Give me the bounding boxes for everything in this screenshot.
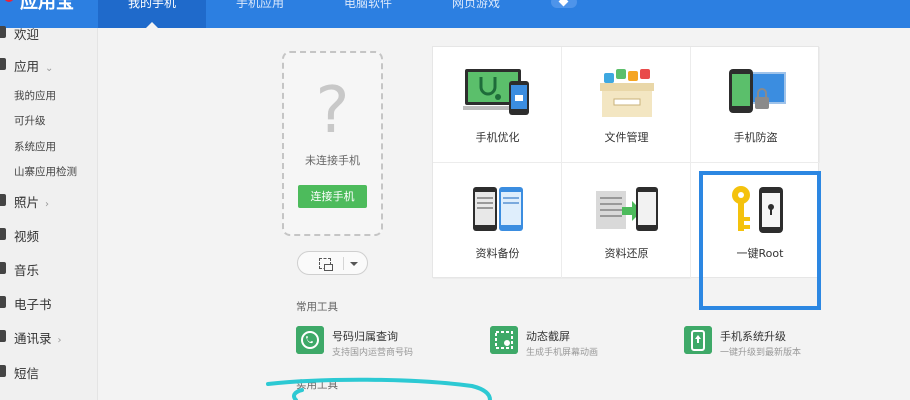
divider [343,257,344,270]
common-tools-title: 常用工具 [296,301,338,313]
file-manager-icon [600,69,654,117]
sidebar: 欢迎 应用 ⌄ 我的应用 可升级 系统应用 山寨应用检测 照片 › 视频 音乐 电子… [0,26,98,400]
main-nav: 我的手机 手机应用 电脑软件 网页游戏 [98,0,530,28]
caret-down-icon[interactable] [350,262,358,266]
chevron-right-icon: › [57,335,62,346]
tool-desc: 支持国内运营商号码 [332,348,414,358]
sidebar-item-label: 可升级 [14,115,46,127]
tool-one-key-root[interactable]: 一键Root [699,171,821,310]
sidebar-item-label: 视频 [14,229,40,244]
top-bar: 应用宝 我的手机 手机应用 电脑软件 网页游戏 [0,0,910,28]
active-tab-caret-icon [146,22,158,28]
tool-dynamic-screenshot[interactable]: 动态截屏 生成手机屏幕动画 [490,326,650,358]
phone-lookup-icon [296,326,324,354]
sidebar-item-label: 应用 [14,59,40,74]
tab-label: 网页游戏 [451,0,500,10]
tab-label: 电脑软件 [343,0,392,10]
tab-label: 手机应用 [235,0,284,10]
sidebar-item-contacts[interactable]: 通讯录 › [0,328,98,347]
annotation-stroke [266,377,492,400]
sidebar-item-label: 照片 [14,195,40,210]
sidebar-item-label: 我的应用 [14,90,56,102]
sidebar-item-label: 电子书 [14,297,52,312]
data-restore-icon [596,187,658,231]
chevron-down-icon: ⌄ [45,63,54,74]
tab-my-phone[interactable]: 我的手机 [98,0,206,28]
more-tabs-button[interactable] [551,0,577,8]
tool-label: 手机优化 [475,131,520,144]
tool-label: 一键Root [736,247,784,260]
tool-data-backup[interactable]: 资料备份 [433,163,562,279]
tool-desc: 一键升级到最新版本 [720,348,802,358]
tool-label: 文件管理 [604,131,649,144]
phone-status: 未连接手机 [305,154,360,167]
phone-optimize-icon [463,69,529,115]
tab-phone-apps[interactable]: 手机应用 [206,0,314,28]
phone-connect-card: ? 未连接手机 连接手机 [282,51,383,236]
sidebar-item-sms[interactable]: 短信 [0,363,98,382]
sidebar-item-upgradable[interactable]: 可升级 [0,113,98,128]
sidebar-item-music[interactable]: 音乐 [0,260,98,279]
sidebar-item-fake-app-check[interactable]: 山寨应用检测 [0,164,98,179]
sidebar-item-photos[interactable]: 照片 › [0,192,98,211]
tool-name: 号码归属查询 [332,330,398,343]
tool-file-manager[interactable]: 文件管理 [562,47,691,163]
question-mark-icon: ? [315,74,350,148]
system-upgrade-icon [684,326,712,354]
screen-capture-icon [490,326,518,354]
root-key-icon [732,186,783,233]
screenshot-icon [319,258,333,271]
tool-label: 手机防盗 [733,131,778,144]
sidebar-item-label: 音乐 [14,263,40,278]
sidebar-item-label: 山寨应用检测 [14,166,77,178]
app-title: 应用宝 [20,0,74,13]
diamond-icon [558,0,569,7]
tool-data-restore[interactable]: 资料还原 [562,163,691,279]
tab-pc-software[interactable]: 电脑软件 [314,0,422,28]
sidebar-item-videos[interactable]: 视频 [0,226,98,245]
data-backup-icon [473,187,523,231]
tool-number-lookup[interactable]: 号码归属查询 支持国内运营商号码 [296,326,456,358]
screenshot-dropdown[interactable] [297,251,368,275]
tool-grid: 手机优化 文件管理 手机防盗 资料备份 资料还原 一键Root [432,46,821,310]
sidebar-item-label: 短信 [14,366,40,381]
tool-phone-antitheft[interactable]: 手机防盗 [691,47,820,163]
sidebar-item-system-apps[interactable]: 系统应用 [0,139,98,154]
sidebar-item-ebooks[interactable]: 电子书 [0,294,98,313]
tab-web-games[interactable]: 网页游戏 [422,0,530,28]
tool-name: 手机系统升级 [720,330,786,343]
sidebar-item-apps[interactable]: 应用 ⌄ [0,56,98,75]
phone-antitheft-icon [729,69,786,113]
sidebar-item-label: 系统应用 [14,141,56,153]
tool-system-upgrade[interactable]: 手机系统升级 一键升级到最新版本 [684,326,844,358]
sidebar-item-label: 通讯录 [14,331,52,346]
tab-label: 我的手机 [127,0,176,10]
tool-phone-optimize[interactable]: 手机优化 [433,47,562,163]
tool-name: 动态截屏 [526,330,570,343]
sidebar-item-my-apps[interactable]: 我的应用 [0,88,98,103]
sidebar-item-welcome[interactable]: 欢迎 [0,24,98,43]
logo-mark-icon [4,0,14,2]
tool-label: 资料备份 [475,247,520,260]
tool-desc: 生成手机屏幕动画 [526,348,599,358]
sidebar-item-label: 欢迎 [14,27,40,42]
tool-label: 资料还原 [604,247,649,260]
connect-phone-button[interactable]: 连接手机 [298,185,367,208]
chevron-right-icon: › [45,199,50,210]
